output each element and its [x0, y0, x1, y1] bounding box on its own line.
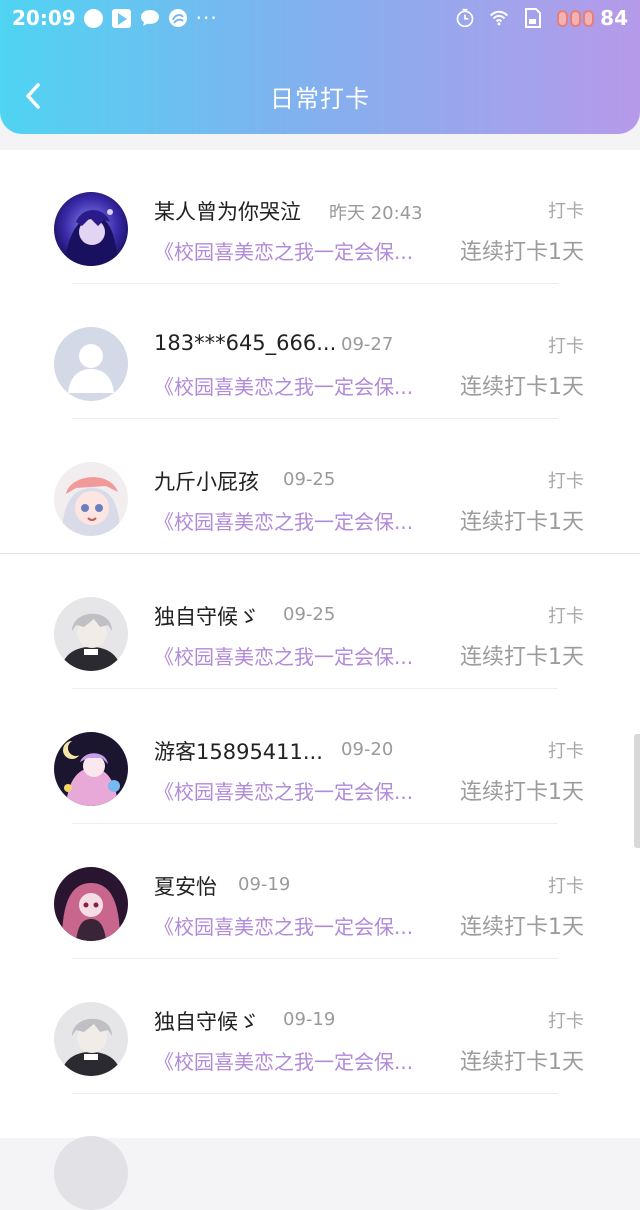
battery-level: 84	[600, 6, 628, 30]
divider	[72, 1093, 558, 1094]
checkin-date: 09-27	[341, 334, 394, 355]
book-title-link[interactable]: 《校园喜美恋之我一定会保...	[154, 641, 413, 670]
checkin-tag: 打卡	[548, 471, 584, 492]
checkin-date: 09-20	[341, 739, 394, 760]
user-name[interactable]: 183***645_666...	[154, 331, 336, 355]
list-item[interactable]: 某人曾为你哭泣 昨天 20:43 打卡 《校园喜美恋之我一定会保... 连续打卡…	[0, 150, 640, 285]
book-title-link[interactable]: 《校园喜美恋之我一定会保...	[154, 371, 413, 400]
list-item[interactable]: 游客15895411... 09-20 打卡 《校园喜美恋之我一定会保... 连…	[0, 690, 640, 825]
checkin-tag: 打卡	[548, 201, 584, 222]
streak-text: 连续打卡1天	[460, 240, 584, 265]
list-item[interactable]: 独自守候ゞ 09-19 打卡 《校园喜美恋之我一定会保... 连续打卡1天	[0, 960, 640, 1095]
sim-card-icon	[523, 8, 543, 28]
avatar[interactable]	[54, 867, 128, 941]
checkin-date: 09-25	[283, 604, 336, 625]
book-title-link[interactable]: 《校园喜美恋之我一定会保...	[154, 506, 413, 535]
divider	[72, 958, 558, 959]
streak-text: 连续打卡1天	[460, 780, 584, 805]
chevron-left-icon	[26, 83, 40, 109]
checkin-tag: 打卡	[548, 606, 584, 627]
checkin-tag: 打卡	[548, 1011, 584, 1032]
header: 20:09 ··· 84 日常打卡	[0, 0, 640, 134]
avatar[interactable]	[54, 597, 128, 671]
message-icon	[140, 8, 160, 28]
list-item[interactable]: 九斤小屁孩 09-25 打卡 《校园喜美恋之我一定会保... 连续打卡1天	[0, 420, 640, 555]
checkin-list[interactable]: 某人曾为你哭泣 昨天 20:43 打卡 《校园喜美恋之我一定会保... 连续打卡…	[0, 150, 640, 1210]
play-store-icon	[112, 8, 132, 28]
streak-text: 连续打卡1天	[460, 375, 584, 400]
nav-bar: 日常打卡	[0, 60, 640, 132]
streak-text: 连续打卡1天	[460, 645, 584, 670]
timer-icon	[455, 8, 475, 28]
status-bar: 20:09 ··· 84	[0, 0, 640, 36]
avatar[interactable]	[54, 327, 128, 401]
streak-text: 连续打卡1天	[460, 510, 584, 535]
user-name[interactable]: 夏安怡	[154, 871, 217, 901]
book-title-link[interactable]: 《校园喜美恋之我一定会保...	[154, 776, 413, 805]
user-name[interactable]: 某人曾为你哭泣	[154, 196, 301, 226]
streak-text: 连续打卡1天	[460, 915, 584, 940]
avatar[interactable]	[54, 462, 128, 536]
book-title-link[interactable]: 《校园喜美恋之我一定会保...	[154, 236, 413, 265]
checkin-date: 09-19	[238, 874, 291, 895]
divider	[72, 688, 558, 689]
wifi-icon	[489, 8, 509, 28]
avatar[interactable]	[54, 1002, 128, 1076]
page-title: 日常打卡	[270, 84, 370, 113]
status-time: 20:09	[12, 6, 76, 30]
book-title-link[interactable]: 《校园喜美恋之我一定会保...	[154, 1046, 413, 1075]
checkin-tag: 打卡	[548, 876, 584, 897]
divider	[72, 823, 558, 824]
checkin-date: 09-19	[283, 1009, 336, 1030]
checkin-date: 昨天 20:43	[329, 203, 423, 224]
book-title-link[interactable]: 《校园喜美恋之我一定会保...	[154, 911, 413, 940]
checkin-date: 09-25	[283, 469, 336, 490]
scrollbar[interactable]	[634, 734, 640, 848]
user-name[interactable]: 独自守候ゞ	[154, 601, 259, 631]
list-item[interactable]: 独自守候ゞ 09-25 打卡 《校园喜美恋之我一定会保... 连续打卡1天	[0, 555, 640, 690]
user-name[interactable]: 独自守候ゞ	[154, 1006, 259, 1036]
divider	[72, 418, 558, 419]
avatar[interactable]	[54, 732, 128, 806]
checkin-tag: 打卡	[548, 741, 584, 762]
avatar[interactable]	[54, 192, 128, 266]
swirl-app-icon	[168, 8, 188, 28]
list-item[interactable]: 夏安怡 09-19 打卡 《校园喜美恋之我一定会保... 连续打卡1天	[0, 825, 640, 960]
battery-icon: 84	[557, 6, 628, 30]
back-button[interactable]	[18, 78, 48, 114]
checkin-tag: 打卡	[548, 336, 584, 357]
list-item[interactable]: 183***645_666... 09-27 打卡 《校园喜美恋之我一定会保..…	[0, 285, 640, 420]
divider	[72, 283, 558, 284]
more-notifications: ···	[195, 6, 218, 30]
section-divider	[0, 553, 640, 554]
user-name[interactable]: 九斤小屁孩	[154, 466, 259, 496]
streak-text: 连续打卡1天	[460, 1050, 584, 1075]
user-name[interactable]: 游客15895411...	[154, 736, 323, 766]
avatar[interactable]	[54, 1136, 128, 1210]
chat-bubble-icon	[84, 8, 104, 28]
